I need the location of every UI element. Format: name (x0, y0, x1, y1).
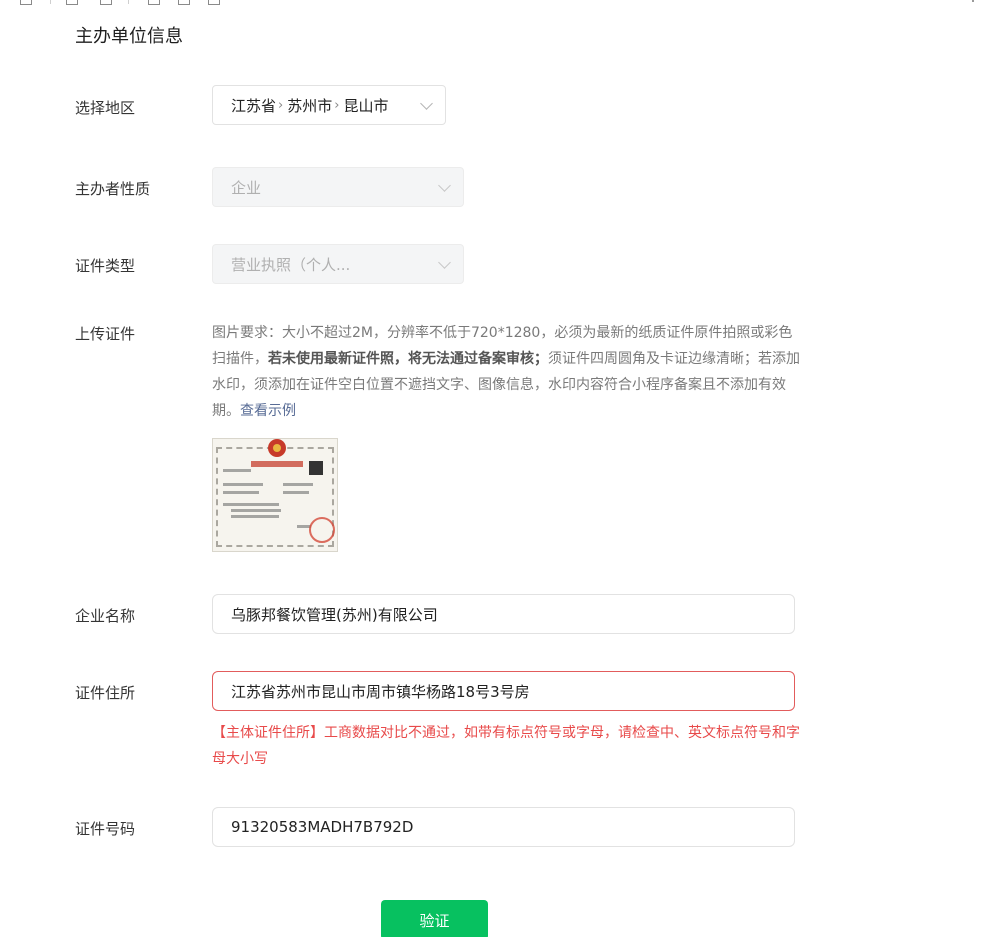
upload-label: 上传证件 (75, 325, 136, 343)
license-text-line (283, 483, 313, 486)
upload-requirements: 图片要求：大小不超过2M，分辨率不低于720*1280，必须为最新的纸质证件原件… (212, 320, 800, 424)
chevron-down-icon (438, 179, 451, 192)
emblem-icon (268, 439, 286, 457)
cert-type-value: 营业执照（个人... (231, 255, 351, 274)
toolbar-divider (128, 0, 129, 4)
more-icon[interactable] (972, 0, 974, 2)
region-province: 江苏省 (231, 96, 277, 115)
top-toolbar (0, 0, 300, 8)
cert-address-label: 证件住所 (75, 684, 136, 702)
region-separator: › (334, 97, 340, 113)
region-label: 选择地区 (75, 99, 136, 117)
license-text-line (223, 491, 259, 494)
cert-number-label: 证件号码 (75, 820, 136, 838)
scissors-icon[interactable] (178, 0, 190, 5)
page: 主办单位信息 选择地区 江苏省 › 苏州市 › 昆山市 主办者性质 企业 证件类… (0, 0, 982, 937)
cert-type-label: 证件类型 (75, 257, 136, 275)
toolbar-divider (50, 0, 51, 4)
license-title-graphic (251, 461, 303, 467)
chevron-down-icon (420, 97, 433, 110)
view-example-link[interactable]: 查看示例 (240, 403, 296, 419)
cert-address-input[interactable] (212, 671, 795, 711)
region-select[interactable]: 江苏省 › 苏州市 › 昆山市 (212, 85, 446, 125)
license-text-line (231, 515, 279, 518)
verify-button[interactable]: 验证 (381, 900, 488, 937)
region-separator: › (278, 97, 284, 113)
license-text-line (223, 469, 251, 472)
region-city: 苏州市 (287, 96, 333, 115)
upload-req-warning: 若未使用最新证件照，将无法通过备案审核； (268, 351, 548, 367)
license-thumbnail[interactable] (212, 438, 338, 552)
qr-code-icon (309, 461, 323, 475)
edit-icon[interactable] (100, 0, 112, 5)
license-text-line (283, 491, 309, 494)
company-name-label: 企业名称 (75, 607, 136, 625)
license-text-line (231, 509, 281, 512)
seal-icon (309, 517, 335, 543)
cert-address-error: 【主体证件住所】工商数据对比不通过，如带有标点符号或字母，请检查中、英文标点符号… (212, 725, 800, 767)
region-district: 昆山市 (343, 96, 389, 115)
sponsor-type-label: 主办者性质 (75, 180, 151, 198)
section-title: 主办单位信息 (75, 26, 183, 47)
download-icon[interactable] (208, 0, 220, 5)
chevron-down-icon (438, 256, 451, 269)
cert-type-select: 营业执照（个人... (212, 244, 464, 284)
sponsor-type-value: 企业 (231, 178, 262, 197)
square-icon[interactable] (66, 0, 78, 5)
image-icon[interactable] (20, 0, 32, 5)
license-text-line (223, 503, 279, 506)
company-name-input[interactable] (212, 594, 795, 634)
cert-number-input[interactable] (212, 807, 795, 847)
license-text-line (223, 483, 263, 486)
sponsor-type-select: 企业 (212, 167, 464, 207)
copy-icon[interactable] (148, 0, 160, 5)
